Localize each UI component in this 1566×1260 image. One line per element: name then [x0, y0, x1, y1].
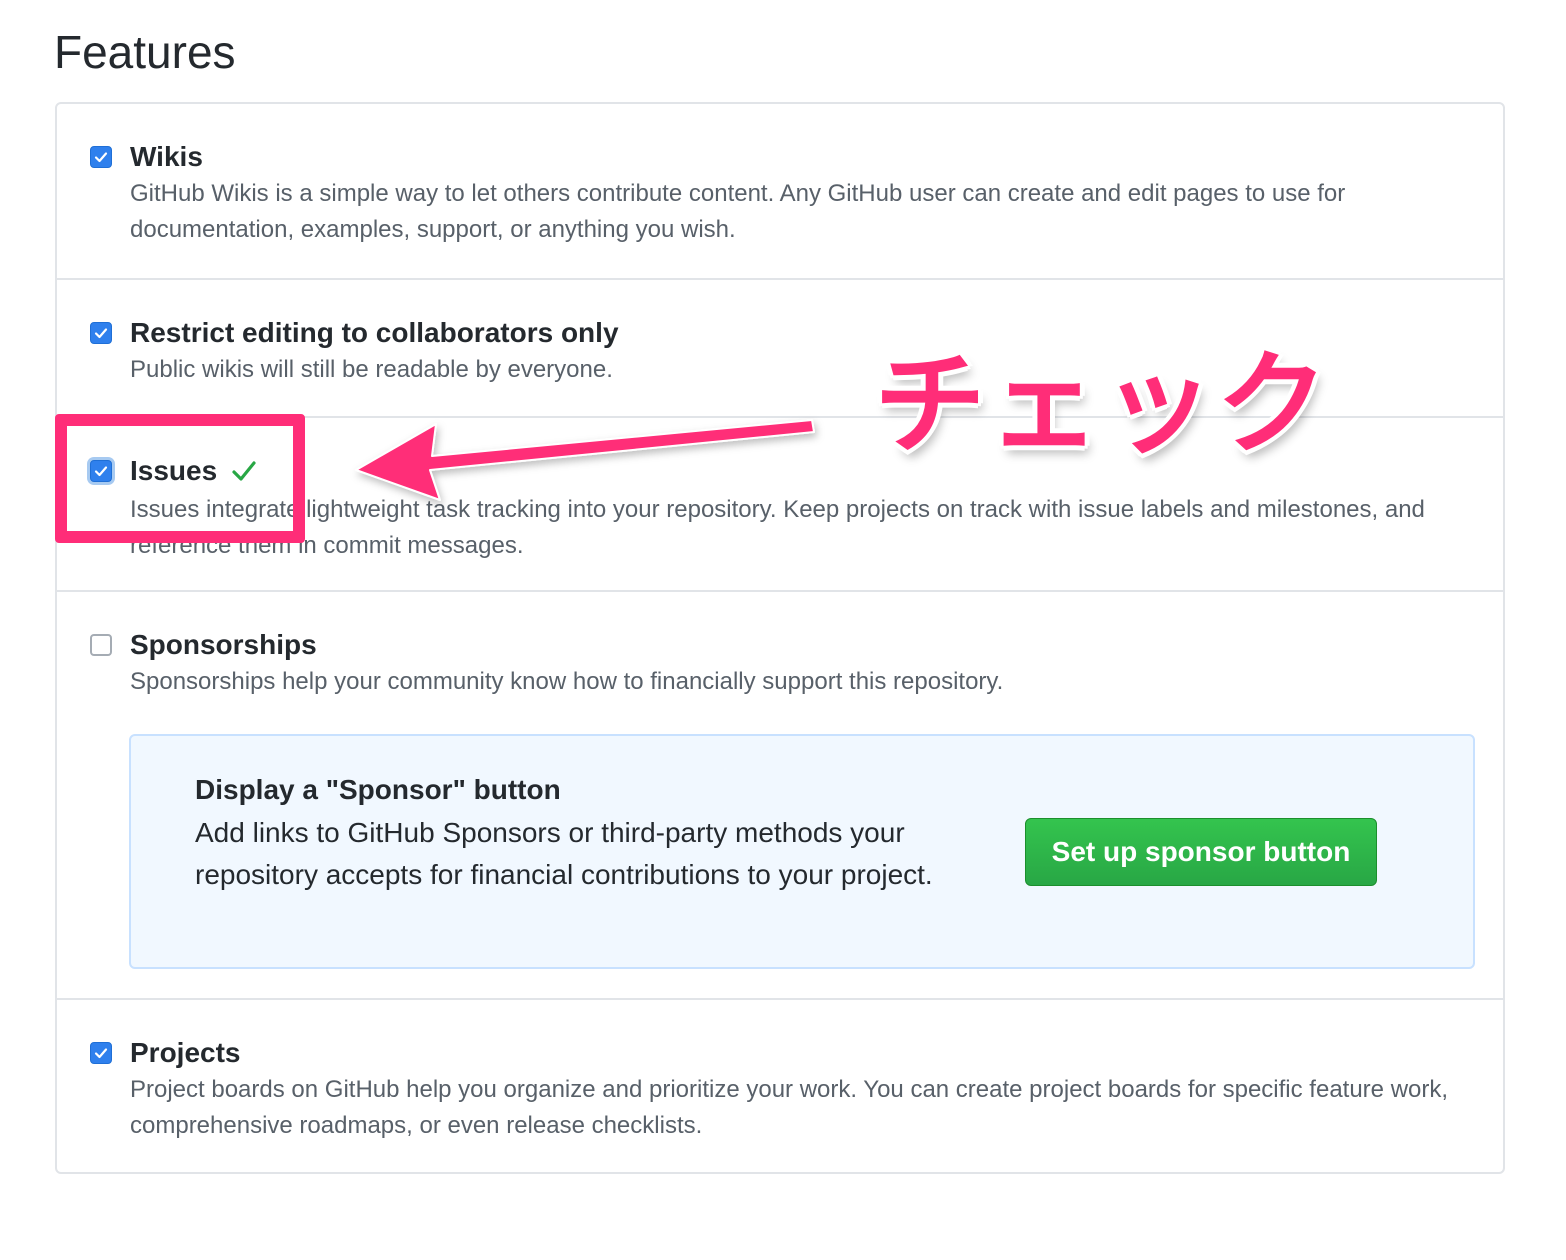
annotation-arrow-icon: [355, 419, 815, 501]
annotation-label: チェック: [874, 340, 1330, 470]
